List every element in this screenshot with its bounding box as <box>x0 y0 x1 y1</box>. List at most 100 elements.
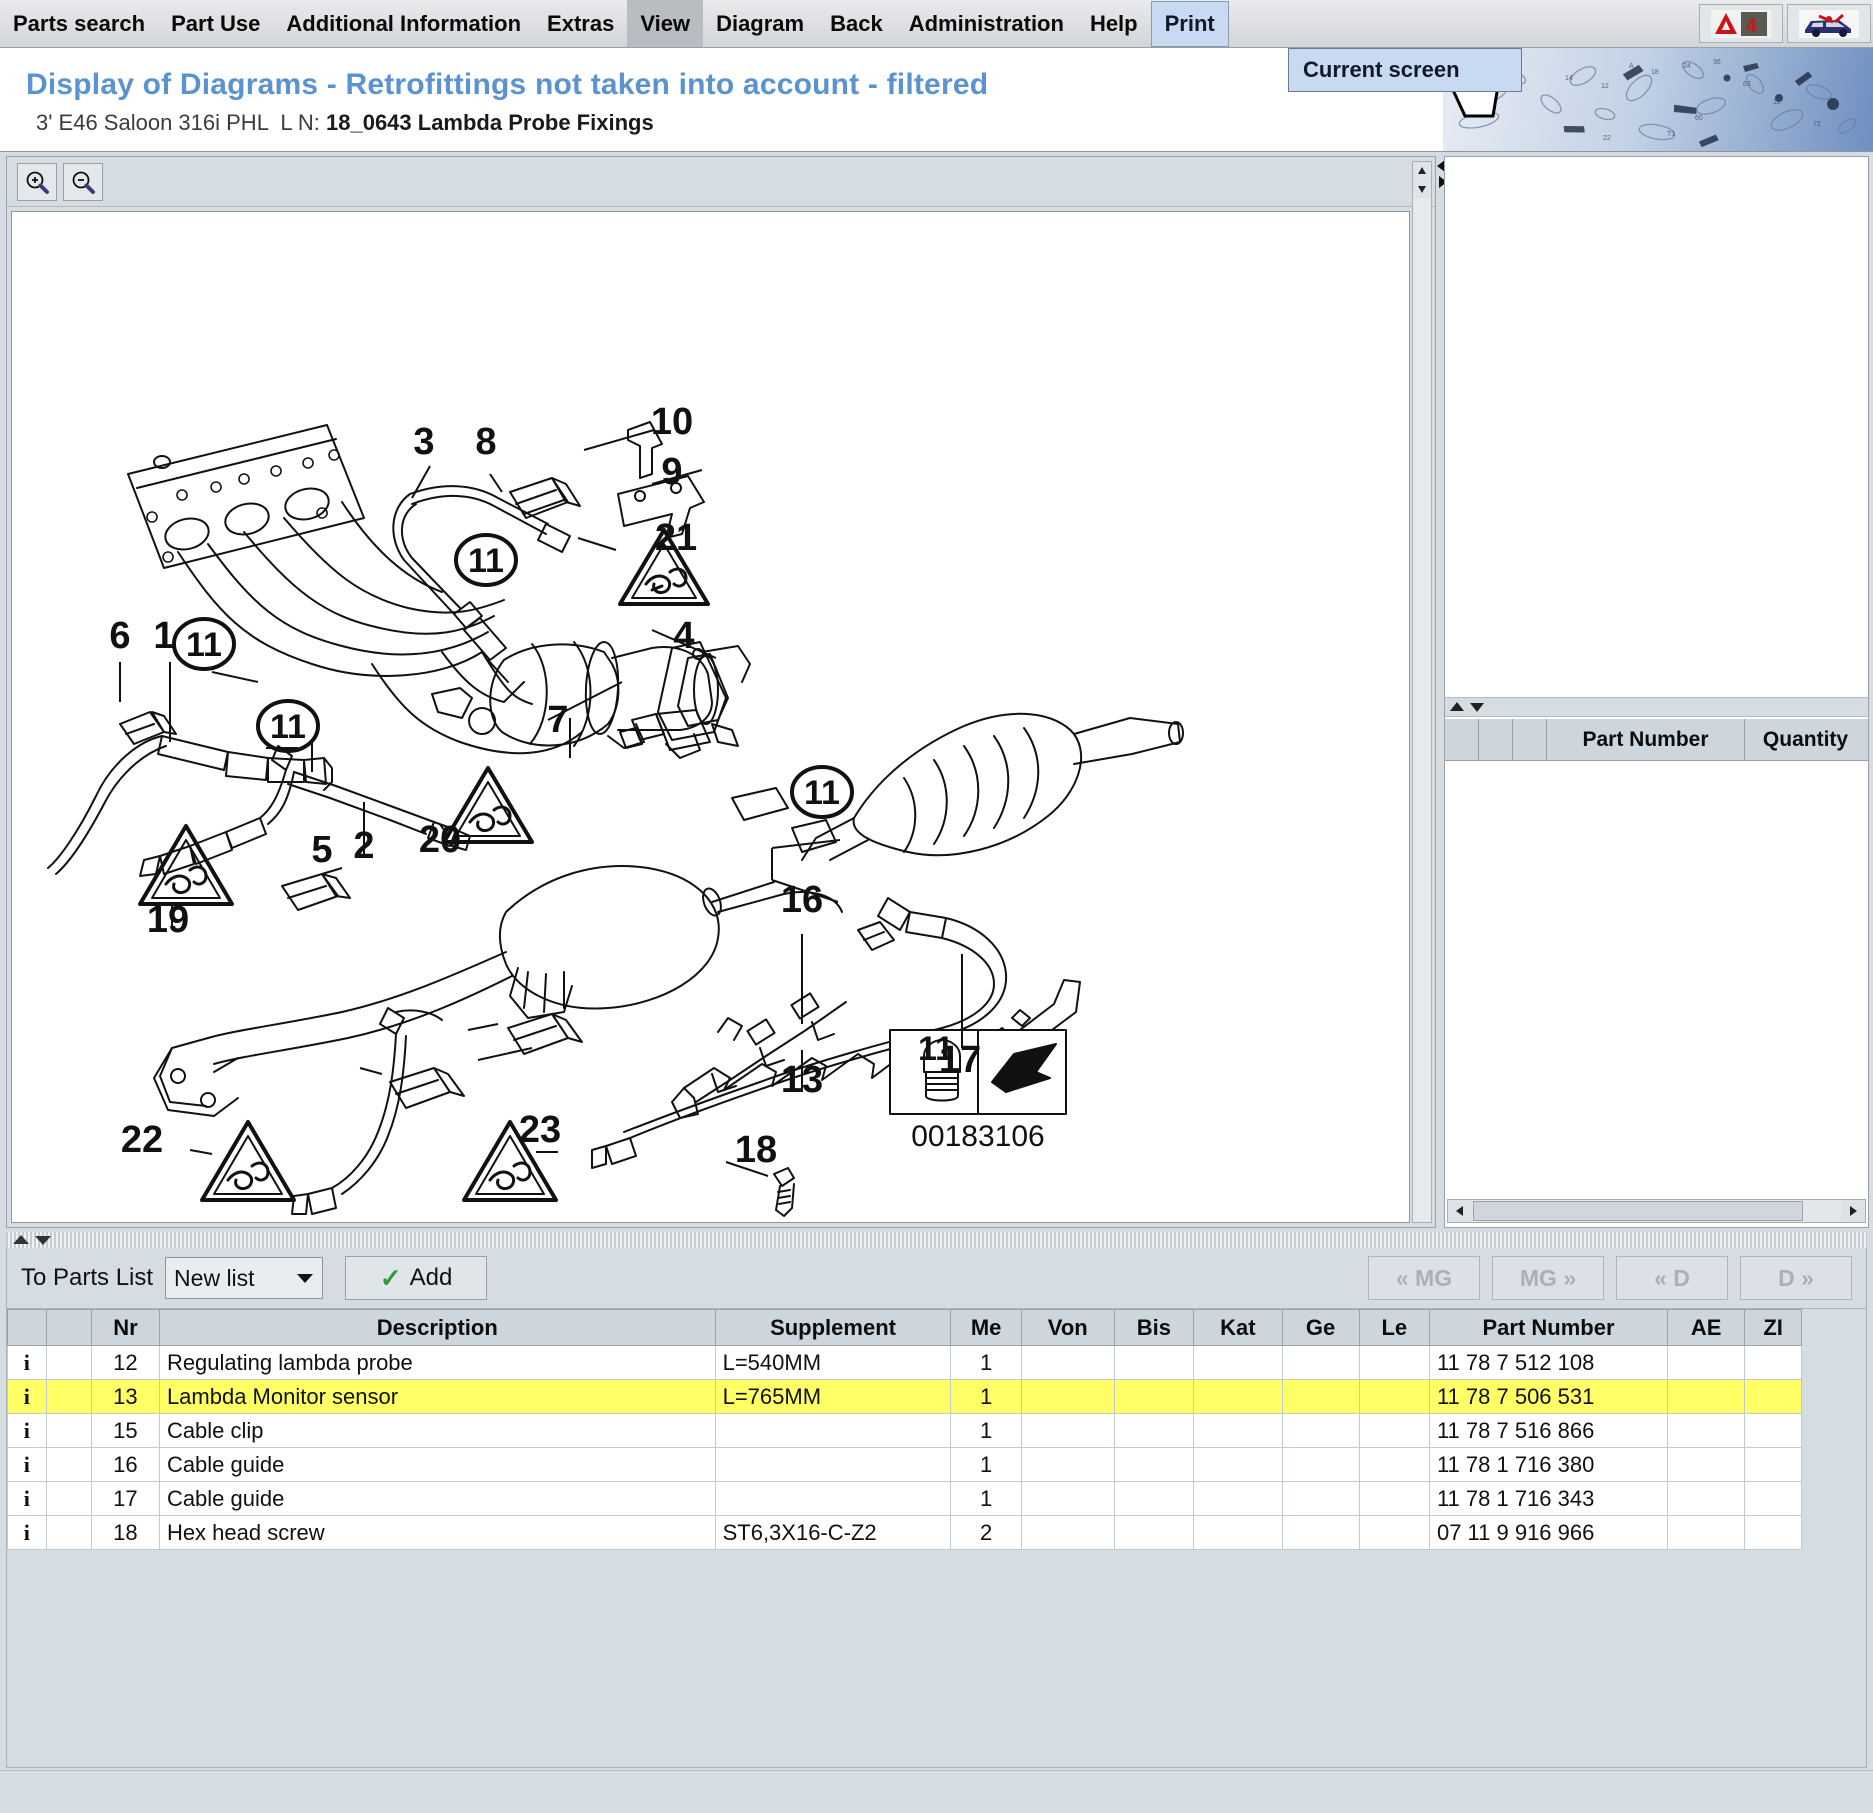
svg-text:36: 36 <box>1713 59 1721 66</box>
col-kat[interactable]: Kat <box>1193 1309 1283 1346</box>
info-icon[interactable]: i <box>7 1447 47 1482</box>
me-cell: 1 <box>950 1413 1022 1448</box>
col-me[interactable]: Me <box>950 1309 1022 1346</box>
parts-list-grip[interactable] <box>6 1232 1867 1248</box>
scroll-up-arrow-icon[interactable] <box>1413 162 1431 180</box>
col-ae[interactable]: AE <box>1667 1309 1746 1346</box>
parts-list-select-value: New list <box>174 1264 255 1291</box>
print-menu-item-current-screen[interactable]: Current screen <box>1303 57 1460 83</box>
menu-parts-search[interactable]: Parts search <box>0 0 158 47</box>
col-bis[interactable]: Bis <box>1113 1309 1195 1346</box>
prev-mg-button[interactable]: « MG <box>1368 1256 1480 1300</box>
menu-spacer <box>1229 0 1697 47</box>
diagram-vertical-scrollbar[interactable] <box>1412 161 1432 1223</box>
col-part-number[interactable]: Part Number <box>1428 1309 1669 1346</box>
diagram-canvas[interactable]: 11 11 11 11 3 8 10 9 21 4 7 6 1 2 20 5 1… <box>11 211 1410 1223</box>
table-row[interactable]: i 17 Cable guide 1 11 78 1 716 343 <box>7 1481 1802 1516</box>
prev-d-button[interactable]: « D <box>1616 1256 1728 1300</box>
info-icon[interactable]: i <box>7 1413 47 1448</box>
info-icon[interactable]: i <box>7 1515 47 1550</box>
col-von[interactable]: Von <box>1020 1309 1115 1346</box>
menu-print[interactable]: Print <box>1150 1 1229 47</box>
ge-cell <box>1281 1379 1360 1414</box>
col-le[interactable]: Le <box>1358 1309 1430 1346</box>
svg-text:5: 5 <box>311 829 332 871</box>
zi-cell <box>1744 1481 1802 1516</box>
zoom-in-button[interactable] <box>17 162 57 201</box>
col-flag[interactable] <box>45 1309 92 1346</box>
selection-col-1[interactable] <box>1479 719 1513 760</box>
flag-cell <box>45 1447 92 1482</box>
menu-administration[interactable]: Administration <box>896 0 1077 47</box>
selection-panel-splitter[interactable] <box>1445 697 1868 717</box>
selection-horizontal-scrollbar[interactable] <box>1447 1199 1866 1223</box>
parts-list-select[interactable]: New list <box>165 1257 324 1299</box>
car-icon[interactable] <box>1787 4 1871 43</box>
breadcrumb-model: 3' E46 Saloon 316i PHL <box>36 110 269 135</box>
scrollbar-thumb[interactable] <box>1473 1201 1803 1221</box>
page-title: Display of Diagrams - Retrofittings not … <box>26 68 989 101</box>
scroll-right-arrow-icon[interactable] <box>1841 1200 1865 1222</box>
add-button-label: Add <box>409 1264 453 1291</box>
svg-text:13: 13 <box>781 1059 823 1101</box>
zi-cell <box>1744 1515 1802 1550</box>
zi-cell <box>1744 1447 1802 1482</box>
aos-red-logo-icon[interactable]: 4 <box>1699 4 1783 43</box>
kat-cell <box>1193 1379 1283 1414</box>
menu-part-use[interactable]: Part Use <box>158 0 273 47</box>
selection-table-body[interactable] <box>1445 761 1868 1191</box>
svg-text:4: 4 <box>673 615 694 657</box>
part-number-cell: 11 78 7 506 531 <box>1428 1379 1669 1414</box>
col-zi[interactable]: ZI <box>1744 1309 1802 1346</box>
selection-col-quantity[interactable]: Quantity <box>1745 719 1866 760</box>
svg-text:16: 16 <box>781 879 823 921</box>
scroll-left-arrow-icon[interactable] <box>1448 1200 1472 1222</box>
header-band: Display of Diagrams - Retrofittings not … <box>0 48 1873 152</box>
breadcrumb-ln-value: 18_0643 Lambda Probe Fixings <box>326 110 654 135</box>
description-cell: Cable clip <box>158 1413 716 1448</box>
menu-help[interactable]: Help <box>1077 0 1151 47</box>
col-ge[interactable]: Ge <box>1281 1309 1360 1346</box>
parts-list-toolbar: To Parts List New list ✓ Add « MG MG » «… <box>6 1248 1867 1308</box>
svg-text:T1: T1 <box>1667 131 1675 138</box>
next-d-button[interactable]: D » <box>1740 1256 1852 1300</box>
col-supplement[interactable]: Supplement <box>714 1309 952 1346</box>
menu-additional-information[interactable]: Additional Information <box>273 0 534 47</box>
ge-cell <box>1281 1413 1360 1448</box>
kat-cell <box>1193 1345 1283 1380</box>
col-nr[interactable]: Nr <box>90 1309 160 1346</box>
info-icon[interactable]: i <box>7 1379 47 1414</box>
zoom-out-button[interactable] <box>63 162 103 201</box>
selection-col-part-number[interactable]: Part Number <box>1547 719 1745 760</box>
grip-down-arrow-icon <box>35 1236 51 1245</box>
ae-cell <box>1667 1481 1746 1516</box>
svg-text:21: 21 <box>655 517 697 559</box>
menu-diagram[interactable]: Diagram <box>703 0 817 47</box>
nr-cell: 16 <box>90 1447 160 1482</box>
svg-text:3: 3 <box>413 421 434 463</box>
scroll-down-arrow-icon[interactable] <box>1413 180 1431 198</box>
table-row[interactable]: i 13 Lambda Monitor sensor L=765MM 1 11 78 7 … <box>7 1379 1802 1414</box>
nr-cell: 17 <box>90 1481 160 1516</box>
breadcrumb-ln-label: L N: <box>280 110 320 135</box>
svg-text:18: 18 <box>1651 69 1659 76</box>
table-row[interactable]: i 12 Regulating lambda probe L=540MM 1 11 78 … <box>7 1345 1802 1380</box>
selection-preview-area[interactable] <box>1445 157 1868 697</box>
menu-back[interactable]: Back <box>817 0 896 47</box>
table-row[interactable]: i 18 Hex head screw ST6,3X16-C-Z2 2 07 11 9 9… <box>7 1515 1802 1550</box>
selection-col-2[interactable] <box>1513 719 1547 760</box>
ge-cell <box>1281 1515 1360 1550</box>
info-icon[interactable]: i <box>7 1345 47 1380</box>
col-description[interactable]: Description <box>158 1309 716 1346</box>
add-button[interactable]: ✓ Add <box>345 1256 488 1300</box>
menu-view[interactable]: View <box>627 0 704 47</box>
info-icon[interactable]: i <box>7 1481 47 1516</box>
nr-cell: 18 <box>90 1515 160 1550</box>
table-row[interactable]: i 16 Cable guide 1 11 78 1 716 380 <box>7 1447 1802 1482</box>
next-mg-button[interactable]: MG » <box>1492 1256 1604 1300</box>
selection-col-0[interactable] <box>1445 719 1479 760</box>
parts-table-container[interactable]: Nr Description Supplement Me Von Bis Kat… <box>6 1308 1867 1768</box>
menu-extras[interactable]: Extras <box>534 0 627 47</box>
table-row[interactable]: i 15 Cable clip 1 11 78 7 516 866 <box>7 1413 1802 1448</box>
col-info[interactable] <box>7 1309 47 1346</box>
